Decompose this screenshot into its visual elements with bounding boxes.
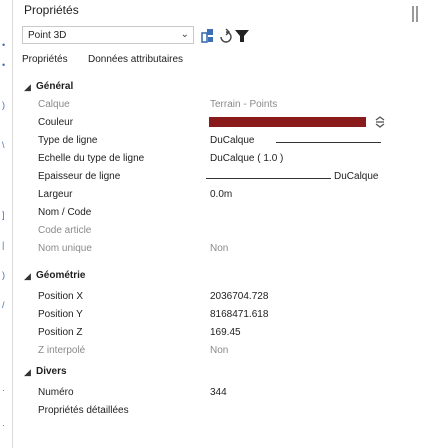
left-toolbar-strip: • • ) \ ] | ) / · · (0, 0, 13, 448)
tab-donnees-attributaires[interactable]: Données attributaires (88, 54, 183, 65)
strip-marker-icon: | (2, 240, 5, 250)
property-row-epaisseur-ligne[interactable]: Epaisseur de ligne DuCalque (18, 168, 408, 186)
property-row-echelle-type-ligne[interactable]: Echelle du type de ligne DuCalque ( 1.0 … (18, 150, 408, 168)
linetype-preview (276, 142, 381, 143)
chevron-down-icon: ⌄ (180, 29, 189, 40)
property-row-position-z[interactable]: Position Z 169.45 (18, 324, 408, 342)
panel-title: Propriétés (24, 3, 79, 17)
property-label: Position Z (38, 327, 83, 338)
property-row-position-y[interactable]: Position Y 8168471.618 (18, 306, 408, 324)
strip-marker-icon: • (2, 40, 6, 50)
property-label: Nom unique (38, 243, 92, 254)
property-value: Terrain - Points (210, 99, 278, 110)
object-type-select-value: Point 3D (28, 30, 67, 41)
property-label: Epaisseur de ligne (38, 171, 121, 182)
filter-icon[interactable] (234, 28, 250, 47)
lineweight-preview (206, 178, 331, 179)
property-label: Numéro (38, 387, 74, 398)
color-picker-icon[interactable] (374, 115, 386, 132)
strip-marker-icon: • (2, 60, 6, 70)
object-type-select[interactable]: Point 3D ⌄ (22, 26, 194, 44)
properties-tabs: Propriétés Données attributaires (18, 54, 408, 70)
category-label: Divers (36, 366, 67, 377)
strip-marker-icon: \ (2, 140, 5, 150)
property-value: DuCalque (210, 135, 255, 146)
property-value: Non (210, 345, 229, 356)
property-value: DuCalque ( 1.0 ) (210, 153, 284, 164)
property-label: Propriétés détaillées (38, 405, 129, 416)
property-value: Non (210, 243, 229, 254)
property-row-calque[interactable]: Calque Terrain - Points (18, 96, 408, 114)
property-label: Largeur (38, 189, 73, 200)
collapse-triangle-icon[interactable]: ◢ (24, 271, 31, 282)
property-value: 0.0m (210, 189, 233, 200)
property-value: 2036704.728 (210, 291, 269, 302)
strip-marker-icon: ] (2, 210, 5, 220)
property-row-numero[interactable]: Numéro 344 (18, 384, 408, 402)
tab-proprietes[interactable]: Propriétés (22, 54, 68, 65)
property-row-type-de-ligne[interactable]: Type de ligne DuCalque (18, 132, 408, 150)
category-geometrie[interactable]: ◢ Géométrie (18, 267, 408, 285)
property-value: 169.45 (210, 327, 241, 338)
property-row-code-article[interactable]: Code article (18, 222, 408, 240)
property-row-largeur[interactable]: Largeur 0.0m (18, 186, 408, 204)
quick-select-icon[interactable] (200, 28, 216, 47)
strip-marker-icon: · (2, 420, 5, 430)
strip-marker-icon: ) (2, 100, 5, 110)
color-swatch[interactable] (209, 117, 366, 127)
panel-grip-handle[interactable] (412, 6, 420, 22)
property-label: Position Y (38, 309, 83, 320)
strip-marker-icon: / (2, 300, 5, 310)
property-label: Nom / Code (38, 207, 92, 218)
property-label: Type de ligne (38, 135, 98, 146)
property-value: DuCalque (334, 171, 379, 182)
panel-titlebar: Propriétés (18, 0, 408, 22)
selection-toolbar: Point 3D ⌄ (18, 26, 408, 46)
property-label: Z interpolé (38, 345, 86, 356)
property-row-nom-code[interactable]: Nom / Code (18, 204, 408, 222)
property-value: 8168471.618 (210, 309, 269, 320)
properties-panel: Propriétés Point 3D ⌄ Propriétés Données… (18, 0, 408, 448)
property-label: Echelle du type de ligne (38, 153, 145, 164)
property-value: 344 (210, 387, 227, 398)
property-row-z-interpole[interactable]: Z interpolé Non (18, 342, 408, 360)
strip-marker-icon: ) (2, 270, 5, 280)
property-row-proprietes-detaillees[interactable]: Propriétés détaillées (18, 402, 408, 420)
property-label: Calque (38, 99, 70, 110)
collapse-triangle-icon[interactable]: ◢ (24, 367, 31, 378)
property-row-couleur[interactable]: Couleur (18, 114, 408, 132)
strip-marker-icon: · (2, 385, 5, 395)
property-label: Couleur (38, 117, 74, 128)
collapse-triangle-icon[interactable]: ◢ (24, 82, 31, 93)
property-row-position-x[interactable]: Position X 2036704.728 (18, 288, 408, 306)
category-divers[interactable]: ◢ Divers (18, 363, 408, 381)
property-label: Code article (38, 225, 92, 236)
category-label: Général (36, 81, 74, 92)
category-general[interactable]: ◢ Général (18, 78, 408, 96)
property-label: Position X (38, 291, 84, 302)
property-row-nom-unique[interactable]: Nom unique Non (18, 240, 408, 258)
category-label: Géométrie (36, 270, 86, 281)
toggle-pickadd-icon[interactable] (218, 28, 234, 47)
